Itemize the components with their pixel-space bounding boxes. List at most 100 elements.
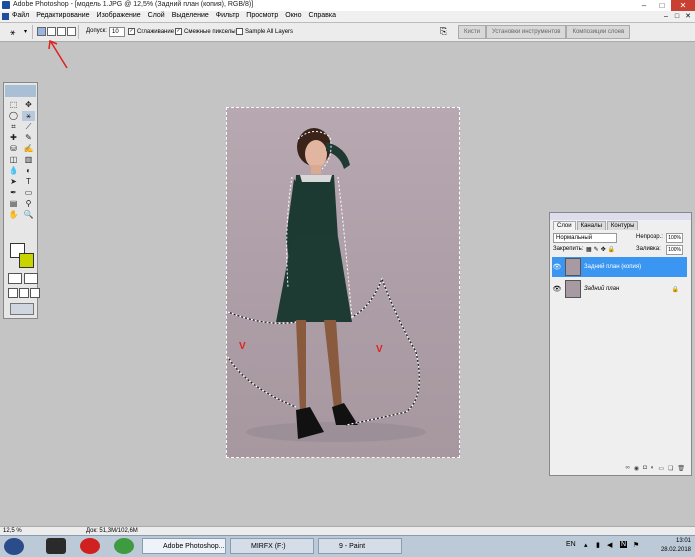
media-player-icon[interactable]: [46, 538, 66, 554]
move-icon[interactable]: ✥: [22, 100, 35, 110]
start-button[interactable]: [4, 538, 24, 555]
new-selection-button[interactable]: [37, 27, 46, 36]
type-icon[interactable]: T: [22, 177, 35, 187]
eyedropper-icon[interactable]: ⚲: [22, 199, 35, 209]
network-icon[interactable]: ▮: [596, 541, 600, 549]
tab-channels[interactable]: Каналы: [576, 221, 606, 230]
opera-icon[interactable]: [80, 538, 100, 554]
document-icon[interactable]: [2, 13, 9, 20]
screen-mode-full-button[interactable]: [30, 288, 40, 298]
tool-preset-arrow[interactable]: ▾: [24, 28, 27, 35]
fill-input[interactable]: 100%: [666, 245, 683, 255]
toolbox-logo[interactable]: [5, 85, 36, 97]
healing-icon[interactable]: ✚: [7, 133, 20, 143]
contiguous-checkbox[interactable]: ✓: [175, 28, 182, 35]
menu-view[interactable]: Просмотр: [246, 12, 278, 19]
menu-image[interactable]: Изображение: [97, 12, 141, 19]
standard-mode-button[interactable]: [8, 273, 22, 284]
opacity-input[interactable]: 100%: [666, 233, 683, 243]
maximize-button[interactable]: □: [653, 0, 671, 11]
pen-icon[interactable]: ✒: [7, 188, 20, 198]
new-layer-icon[interactable]: ❏: [668, 465, 673, 475]
tray-arrow-icon[interactable]: ▴: [584, 541, 588, 549]
crop-icon[interactable]: ⌗: [7, 122, 20, 132]
chrome-icon[interactable]: [114, 538, 134, 554]
add-selection-button[interactable]: [47, 27, 56, 36]
subtract-selection-button[interactable]: [57, 27, 66, 36]
background-color-swatch[interactable]: [19, 253, 34, 268]
minimize-button[interactable]: –: [635, 0, 653, 11]
palette-well-tab-layer-comps[interactable]: Композиции слоев: [566, 25, 631, 39]
lasso-icon[interactable]: ◯: [7, 111, 20, 121]
flag-icon[interactable]: ⚑: [633, 541, 639, 549]
quick-mask-group: [8, 273, 38, 284]
doc-restore-button[interactable]: □: [672, 11, 682, 21]
zoom-icon[interactable]: 🔍: [22, 210, 35, 220]
magic-wand-icon[interactable]: ⚹: [22, 111, 35, 121]
taskbar-explorer[interactable]: MIRFX (F:): [230, 538, 314, 554]
layer-row[interactable]: 👁 Задний план (копия): [552, 257, 687, 277]
quick-mask-button[interactable]: [24, 273, 38, 284]
menu-file[interactable]: Файл: [12, 12, 29, 19]
notification-icon[interactable]: N: [620, 541, 628, 548]
close-button[interactable]: ✕: [671, 0, 695, 11]
file-browser-icon[interactable]: ⎘: [440, 26, 447, 37]
hand-icon[interactable]: ✋: [7, 210, 20, 220]
path-select-icon[interactable]: ➤: [7, 177, 20, 187]
blur-icon[interactable]: 💧: [7, 166, 20, 176]
eye-icon[interactable]: 👁: [552, 263, 562, 271]
sample-all-option[interactable]: Sample All Layers: [236, 28, 293, 35]
doc-close-button[interactable]: ✕: [683, 11, 693, 21]
doc-minimize-button[interactable]: –: [661, 11, 671, 21]
slice-icon[interactable]: ⟋: [22, 122, 35, 132]
menu-edit[interactable]: Редактирование: [36, 12, 89, 19]
jump-to-imageready-button[interactable]: [10, 303, 34, 315]
menu-select[interactable]: Выделение: [172, 12, 209, 19]
menu-layer[interactable]: Слой: [148, 12, 165, 19]
tab-paths[interactable]: Контуры: [606, 221, 639, 230]
menu-help[interactable]: Справка: [309, 12, 336, 19]
panel-header[interactable]: [550, 213, 691, 220]
mask-icon[interactable]: ◘: [643, 465, 647, 475]
marquee-icon[interactable]: ⬚: [7, 100, 20, 110]
menu-filter[interactable]: Фильтр: [216, 12, 240, 19]
volume-icon[interactable]: ◀: [607, 541, 612, 549]
eye-icon[interactable]: 👁: [552, 285, 562, 293]
zoom-level[interactable]: 12,5 %: [3, 527, 22, 535]
link-icon[interactable]: ∞: [626, 465, 630, 475]
blend-mode-select[interactable]: Нормальный: [553, 233, 617, 243]
trash-icon[interactable]: 🗑: [677, 465, 685, 475]
contiguous-option[interactable]: ✓ Смежные пикселы: [175, 28, 236, 35]
toolbox: ⬚ ✥ ◯ ⚹ ⌗ ⟋ ✚ ✎ ⛁ ✍ ◫ ▥ 💧 ◐ ➤ T ✒ ▭ ▤ ⚲ …: [3, 82, 40, 319]
fx-icon[interactable]: ◉: [634, 465, 639, 475]
screen-mode-standard-button[interactable]: [8, 288, 18, 298]
language-indicator[interactable]: EN: [566, 541, 576, 548]
screen-mode-full-menu-button[interactable]: [19, 288, 29, 298]
taskbar-paint[interactable]: 9 - Paint: [318, 538, 402, 554]
palette-well-tab-tool-presets[interactable]: Установки инструментов: [485, 25, 567, 39]
history-brush-icon[interactable]: ✍: [22, 144, 35, 154]
system-clock[interactable]: 13:01 28.02.2018: [661, 537, 691, 555]
lock-icons[interactable]: ▦✎✥🔒: [586, 246, 617, 253]
brush-icon[interactable]: ✎: [22, 133, 35, 143]
adjustment-icon[interactable]: ◐: [651, 465, 655, 475]
menu-window[interactable]: Окно: [285, 12, 301, 19]
antialias-checkbox[interactable]: ✓: [128, 28, 135, 35]
group-icon[interactable]: ▭: [658, 465, 664, 475]
shape-icon[interactable]: ▭: [22, 188, 35, 198]
magic-wand-icon[interactable]: ⚹: [10, 27, 15, 38]
palette-well-tab-brushes[interactable]: Кисти: [458, 25, 486, 39]
intersect-selection-button[interactable]: [67, 27, 76, 36]
eraser-icon[interactable]: ◫: [7, 155, 20, 165]
stamp-icon[interactable]: ⛁: [7, 144, 20, 154]
antialias-option[interactable]: ✓ Сглаживание: [128, 28, 174, 35]
dodge-icon[interactable]: ◐: [22, 166, 35, 176]
gradient-icon[interactable]: ▥: [22, 155, 35, 165]
layer-row[interactable]: 👁 Задний план 🔒: [552, 279, 687, 299]
tolerance-input[interactable]: 10: [109, 27, 125, 37]
document-canvas[interactable]: V V: [226, 107, 460, 458]
taskbar-photoshop[interactable]: Adobe Photoshop...: [142, 538, 226, 554]
sample-all-checkbox[interactable]: [236, 28, 243, 35]
notes-icon[interactable]: ▤: [7, 199, 20, 209]
tab-layers[interactable]: Слои: [553, 221, 576, 230]
